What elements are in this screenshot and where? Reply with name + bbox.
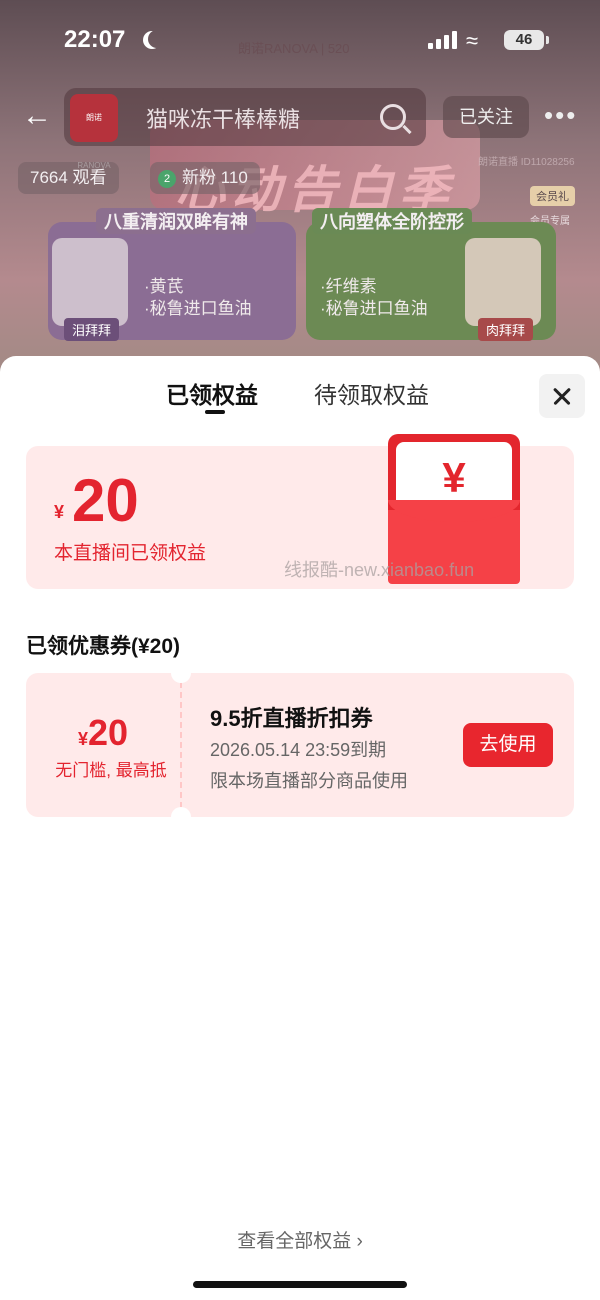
use-coupon-button[interactable]: 去使用	[463, 723, 553, 767]
brand-logo-text: 朗诺RANOVA | 520	[238, 41, 350, 56]
product-panel-left-title: 八重清润双眸有神	[96, 208, 256, 234]
coupon-amount: 20	[87, 712, 129, 753]
fans-label: 新粉 110	[182, 168, 248, 187]
viewer-count[interactable]: 7664 观看	[18, 162, 119, 194]
member-gift-tag: 会员礼	[530, 186, 575, 206]
room-title: 猫咪冻干棒棒糖	[146, 107, 301, 132]
coupon-currency: ¥	[77, 729, 88, 749]
coupon-divider	[180, 682, 182, 808]
coupon-expiry: 2026.05.14 23:59到期	[210, 740, 387, 760]
status-time: 22:07	[64, 26, 126, 53]
claimed-coupons-title: 已领优惠券(¥20)	[26, 635, 181, 658]
fans-level-badge: 2	[158, 170, 176, 188]
home-indicator[interactable]	[193, 1281, 407, 1288]
envelope-yen-symbol: ¥	[442, 454, 466, 501]
wifi-icon: ≈	[466, 28, 479, 53]
coupon-condition: 无门槛, 最高抵	[55, 761, 167, 780]
tab-claimed-benefits[interactable]: 已领权益	[166, 376, 258, 410]
product-jar-right-label: 肉拜拜	[478, 318, 534, 341]
product-jar-left	[52, 238, 128, 326]
product-right-line2: ·秘鲁进口鱼油	[320, 299, 428, 318]
summary-currency: ¥	[54, 502, 65, 522]
site-watermark: 线报酷-new.xianbao.fun	[284, 560, 475, 580]
product-panel-right-title: 八向塑体全阶控形	[312, 208, 472, 234]
summary-amount: 20	[72, 467, 139, 534]
coupon-title: 9.5折直播折扣券	[210, 706, 373, 731]
view-all-benefits-link[interactable]: 查看全部权益 ›	[0, 1226, 600, 1253]
product-left-line2: ·秘鲁进口鱼油	[144, 299, 252, 318]
follow-button[interactable]: 已关注	[443, 96, 529, 138]
tab-active-indicator	[205, 410, 225, 414]
room-id-watermark: 朗诺直播 ID11028256	[478, 157, 575, 168]
more-icon[interactable]: •••	[544, 100, 577, 131]
close-button[interactable]	[539, 374, 585, 418]
coupon-scope: 限本场直播部分商品使用	[210, 771, 408, 791]
summary-description: 本直播间已领权益	[54, 543, 207, 564]
tab-pending-benefits[interactable]: 待领取权益	[314, 376, 429, 410]
fans-chip[interactable]: 2 新粉 110	[150, 162, 260, 194]
product-jar-left-label: 泪拜拜	[64, 318, 120, 341]
back-icon[interactable]: ←	[22, 100, 54, 132]
product-jar-right	[465, 238, 541, 326]
room-avatar[interactable]: 朗诺RANOVA	[70, 94, 118, 170]
battery-indicator: 46	[504, 30, 549, 50]
coupon-value: ¥20	[26, 712, 180, 754]
signal-icon	[428, 31, 458, 49]
moon-icon	[148, 30, 166, 48]
search-icon[interactable]	[380, 104, 406, 130]
